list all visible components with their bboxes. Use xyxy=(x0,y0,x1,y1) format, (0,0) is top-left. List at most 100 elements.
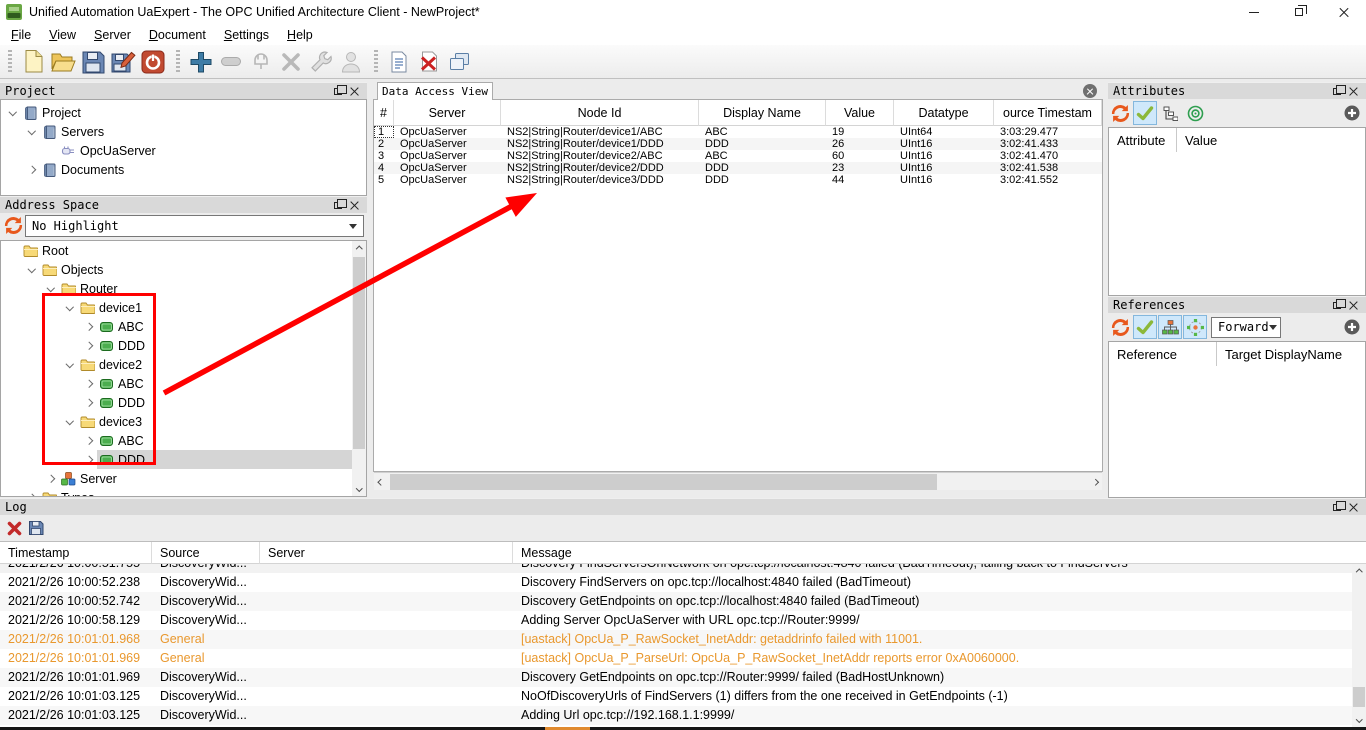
collapsed-arrow-icon[interactable] xyxy=(81,400,97,406)
menu-server[interactable]: Server xyxy=(85,28,140,42)
dav-row[interactable]: 1OpcUaServerNS2|String|Router/device1/AB… xyxy=(374,126,1102,138)
change-user-button[interactable] xyxy=(336,47,366,77)
address-space-node-server[interactable]: Server xyxy=(1,469,366,488)
collapsed-arrow-icon[interactable] xyxy=(24,167,40,173)
save-project-button[interactable] xyxy=(78,47,108,77)
scrollbar-thumb[interactable] xyxy=(390,474,937,490)
follow-references-button[interactable] xyxy=(1183,315,1207,339)
hierarchical-references-button[interactable] xyxy=(1158,315,1182,339)
restore-button[interactable] xyxy=(1276,0,1321,24)
close-tab-button[interactable] xyxy=(1083,84,1097,98)
add-server-button[interactable] xyxy=(186,47,216,77)
log-row[interactable]: 2021/2/26 10:01:01.969DiscoveryWid...Dis… xyxy=(0,668,1352,687)
menu-document[interactable]: Document xyxy=(140,28,215,42)
project-node-project[interactable]: Project xyxy=(1,103,366,122)
dav-row[interactable]: 5OpcUaServerNS2|String|Router/device3/DD… xyxy=(374,174,1102,186)
menu-file[interactable]: File xyxy=(2,28,40,42)
menu-help[interactable]: Help xyxy=(278,28,322,42)
expanded-arrow-icon[interactable] xyxy=(62,306,78,310)
log-row[interactable]: 2021/2/26 10:00:52.238DiscoveryWid...Dis… xyxy=(0,573,1352,592)
log-row[interactable]: 2021/2/26 10:00:51.755DiscoveryWid...Dis… xyxy=(0,564,1352,573)
address-space-node-device3[interactable]: device3 xyxy=(1,412,366,431)
address-space-node-device2[interactable]: device2 xyxy=(1,355,366,374)
properties-button[interactable] xyxy=(306,47,336,77)
address-space-node-ddd[interactable]: DDD xyxy=(1,336,366,355)
collapsed-arrow-icon[interactable] xyxy=(81,457,97,463)
collapsed-arrow-icon[interactable] xyxy=(81,381,97,387)
remove-document-button[interactable] xyxy=(414,47,444,77)
dav-column-value[interactable]: Value xyxy=(826,100,894,126)
float-panel-icon[interactable] xyxy=(1333,504,1341,511)
highlight-filter-dropdown[interactable]: No Highlight xyxy=(25,215,364,237)
log-scrollbar[interactable] xyxy=(1352,564,1366,727)
float-panel-icon[interactable] xyxy=(1333,302,1341,309)
address-space-node-abc[interactable]: ABC xyxy=(1,374,366,393)
dav-column-server[interactable]: Server xyxy=(394,100,501,126)
close-panel-icon[interactable] xyxy=(350,201,359,210)
column-target-displayname[interactable]: Target DisplayName xyxy=(1217,342,1365,366)
project-node-servers[interactable]: Servers xyxy=(1,122,366,141)
collapsed-arrow-icon[interactable] xyxy=(81,343,97,349)
log-column-timestamp[interactable]: Timestamp xyxy=(0,542,152,564)
collapsed-arrow-icon[interactable] xyxy=(43,476,59,482)
save-log-button[interactable] xyxy=(28,520,44,536)
menu-view[interactable]: View xyxy=(40,28,85,42)
refresh-button[interactable] xyxy=(1108,101,1132,125)
expanded-arrow-icon[interactable] xyxy=(62,420,78,424)
project-node-documents[interactable]: Documents xyxy=(1,160,366,179)
dav-column-datatype[interactable]: Datatype xyxy=(894,100,994,126)
clear-log-button[interactable] xyxy=(7,521,22,536)
log-column-server[interactable]: Server xyxy=(260,542,513,564)
auto-update-button[interactable] xyxy=(1133,315,1157,339)
column-reference[interactable]: Reference xyxy=(1109,342,1217,366)
disconnect-button[interactable] xyxy=(276,47,306,77)
refresh-icon[interactable] xyxy=(4,217,23,234)
quit-button[interactable] xyxy=(138,47,168,77)
highlight-target-button[interactable] xyxy=(1183,101,1207,125)
log-row[interactable]: 2021/2/26 10:01:03.125DiscoveryWid...NoO… xyxy=(0,687,1352,706)
expanded-arrow-icon[interactable] xyxy=(24,268,40,272)
add-instance-button[interactable] xyxy=(444,47,474,77)
collapse-tree-button[interactable] xyxy=(1158,101,1182,125)
open-project-button[interactable] xyxy=(48,47,78,77)
address-space-node-ddd[interactable]: DDD xyxy=(1,393,366,412)
log-column-message[interactable]: Message xyxy=(513,542,1366,564)
close-button[interactable] xyxy=(1321,0,1366,24)
add-references-button[interactable] xyxy=(1344,319,1360,335)
save-project-as-button[interactable] xyxy=(108,47,138,77)
address-space-scrollbar[interactable] xyxy=(352,241,366,496)
tab-data-access-view[interactable]: Data Access View xyxy=(377,82,493,100)
expanded-arrow-icon[interactable] xyxy=(5,111,21,115)
log-row[interactable]: 2021/2/26 10:00:58.129DiscoveryWid...Add… xyxy=(0,611,1352,630)
column-value[interactable]: Value xyxy=(1177,128,1365,152)
address-space-node-router[interactable]: Router xyxy=(1,279,366,298)
address-space-node-ddd[interactable]: DDD xyxy=(1,450,366,469)
address-space-node-abc[interactable]: ABC xyxy=(1,431,366,450)
dav-row[interactable]: 4OpcUaServerNS2|String|Router/device2/DD… xyxy=(374,162,1102,174)
expanded-arrow-icon[interactable] xyxy=(62,363,78,367)
close-panel-icon[interactable] xyxy=(1349,503,1358,512)
project-node-opcuaserver[interactable]: OpcUaServer xyxy=(1,141,366,160)
dav-column-node-id[interactable]: Node Id xyxy=(501,100,699,126)
auto-update-button[interactable] xyxy=(1133,101,1157,125)
dav-row[interactable]: 3OpcUaServerNS2|String|Router/device2/AB… xyxy=(374,150,1102,162)
remove-server-button[interactable] xyxy=(216,47,246,77)
dav-column-ource-timestam[interactable]: ource Timestam xyxy=(994,100,1102,126)
menu-settings[interactable]: Settings xyxy=(215,28,278,42)
scrollbar-thumb[interactable] xyxy=(353,257,365,449)
float-panel-icon[interactable] xyxy=(1333,88,1341,95)
address-space-node-device1[interactable]: device1 xyxy=(1,298,366,317)
float-panel-icon[interactable] xyxy=(334,88,342,95)
reference-direction-dropdown[interactable]: Forward xyxy=(1211,317,1281,338)
expanded-arrow-icon[interactable] xyxy=(43,287,59,291)
address-space-node-abc[interactable]: ABC xyxy=(1,317,366,336)
log-column-source[interactable]: Source xyxy=(152,542,260,564)
log-row[interactable]: 2021/2/26 10:00:52.742DiscoveryWid...Dis… xyxy=(0,592,1352,611)
new-project-button[interactable] xyxy=(18,47,48,77)
dav-column-display-name[interactable]: Display Name xyxy=(699,100,826,126)
collapsed-arrow-icon[interactable] xyxy=(81,438,97,444)
close-panel-icon[interactable] xyxy=(350,87,359,96)
dav-column-num[interactable]: # xyxy=(374,100,394,126)
address-space-node-types[interactable]: Types xyxy=(1,488,366,497)
log-row[interactable]: 2021/2/26 10:01:03.125DiscoveryWid...Add… xyxy=(0,706,1352,725)
